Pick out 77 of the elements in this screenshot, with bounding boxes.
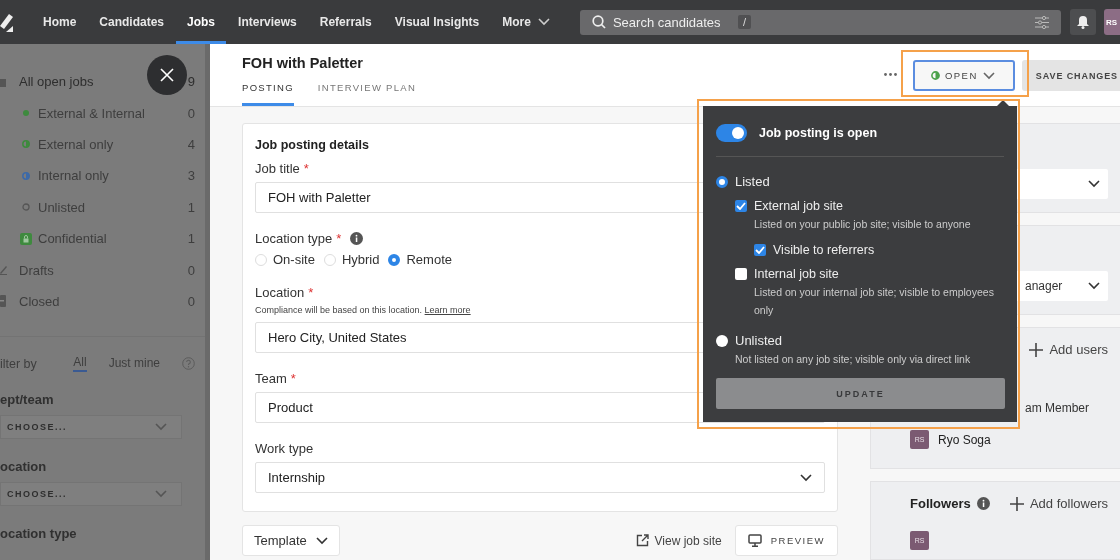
field-label: Location type	[255, 231, 333, 246]
section-heading: Job posting details	[255, 138, 370, 152]
filter-dropdown[interactable]: CHOOSE...	[0, 415, 182, 440]
user-name: Ryo Soga	[938, 432, 991, 447]
radio-option[interactable]: Remote	[388, 252, 452, 267]
check-icon	[736, 202, 746, 210]
nav-link[interactable]: More	[491, 0, 561, 44]
add-users-link[interactable]: Add users	[1029, 342, 1108, 357]
nav-link[interactable]: Visual Insights	[383, 0, 491, 44]
chevron-down-icon	[800, 473, 812, 482]
panel-title: Followers	[910, 496, 971, 511]
filter-heading: ocation	[0, 459, 48, 475]
chevron-down-icon	[1088, 282, 1100, 290]
field-label: Job title	[255, 161, 300, 176]
chevron-down-icon	[155, 423, 167, 432]
toggle-label: Job posting is open	[759, 126, 878, 140]
filter-heading: ept/team	[0, 392, 55, 408]
close-icon	[160, 68, 174, 82]
more-icon	[883, 73, 897, 76]
filter-label: ilter by	[0, 356, 37, 371]
pencil-icon	[0, 265, 7, 276]
user-avatar[interactable]: RS	[1104, 9, 1120, 35]
half-circle-icon	[930, 71, 940, 80]
add-followers-link[interactable]: Add followers	[1009, 496, 1108, 511]
chevron-down-icon	[982, 71, 995, 80]
chevron-down-icon	[1088, 180, 1100, 188]
bell-icon	[1077, 15, 1089, 29]
help-icon	[182, 357, 195, 371]
chevron-down-icon	[315, 536, 328, 545]
status-dropdown[interactable]: OPEN	[912, 60, 1015, 91]
required-mark: *	[303, 161, 309, 176]
dropdown-field[interactable]: Internship	[255, 462, 825, 493]
plus-icon	[1029, 342, 1044, 357]
close-button[interactable]	[147, 55, 187, 95]
learn-more-link[interactable]: Learn more	[424, 305, 471, 315]
external-link-icon	[635, 534, 649, 547]
radio-option[interactable]: On-site	[255, 252, 315, 267]
filter-dropdown[interactable]: CHOOSE...	[0, 482, 182, 507]
view-job-site-link[interactable]: View job site	[635, 533, 722, 548]
field-label: Location	[255, 285, 305, 300]
job-title: FOH with Paletter	[242, 55, 364, 71]
search-icon	[591, 15, 606, 29]
nav-link[interactable]: Referrals	[308, 0, 383, 44]
filter-heading: ocation type	[0, 526, 78, 542]
field-label: Work type	[255, 441, 314, 456]
more-button[interactable]	[883, 73, 897, 76]
check-icon	[755, 246, 765, 254]
role-label: am Member	[1024, 401, 1090, 415]
logo-icon	[0, 12, 14, 32]
required-mark: *	[290, 371, 296, 386]
notifications-button[interactable]	[1070, 9, 1096, 35]
option-description: Not listed on any job site; visible only via direct link	[735, 352, 972, 367]
template-button[interactable]: Template	[242, 525, 340, 556]
sliders-icon	[1035, 15, 1049, 29]
search-field[interactable]: Search candidates	[612, 14, 731, 30]
plus-icon	[1009, 496, 1024, 511]
info-icon	[976, 497, 990, 510]
required-mark: *	[308, 285, 314, 300]
radio-option[interactable]: Hybrid	[323, 252, 380, 267]
checkbox-option[interactable]: Visible to referrers	[754, 243, 1004, 257]
chevron-down-icon	[537, 18, 550, 26]
required-mark: *	[336, 231, 342, 246]
tab[interactable]: INTERVIEW PLAN	[317, 82, 417, 106]
option-description: Listed on your public job site; visible to anyone	[754, 217, 972, 232]
chevron-down-icon	[155, 490, 167, 499]
nav-link[interactable]: Home	[32, 0, 88, 44]
shortcut-key: /	[737, 15, 751, 29]
save-button[interactable]: SAVE CHANGES	[1021, 60, 1120, 91]
nav-link[interactable]: Candidates	[88, 0, 176, 44]
preview-button[interactable]: PREVIEW	[734, 525, 838, 556]
monitor-icon	[747, 534, 762, 547]
checkbox-option[interactable]: Internal job site	[735, 267, 1004, 281]
toggle-switch[interactable]	[716, 124, 747, 142]
nav-link[interactable]: Interviews	[227, 0, 308, 44]
field-label: Team	[255, 371, 287, 386]
option-description: Listed on your internal job site; visible to employees only	[754, 285, 995, 318]
archive-icon	[0, 295, 6, 308]
